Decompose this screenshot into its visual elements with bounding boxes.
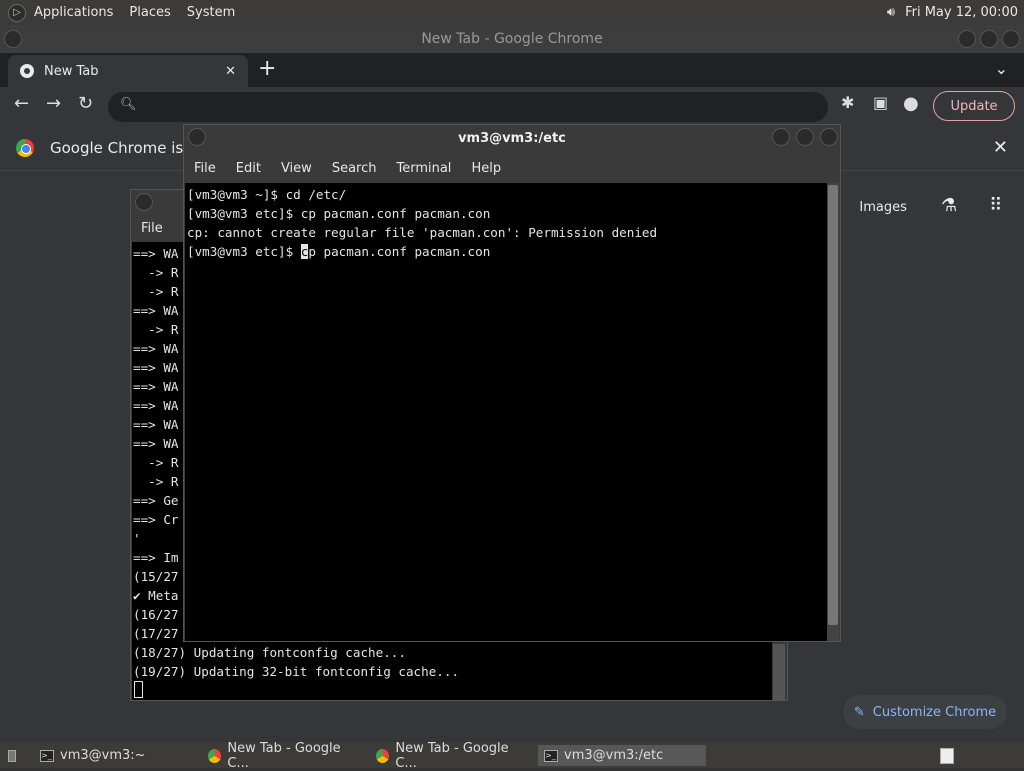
terminal-menubar: File Edit View Search Terminal Help: [184, 154, 840, 182]
scrollbar[interactable]: [827, 183, 839, 641]
taskbar-item[interactable]: >_ vm3@vm3:~: [34, 745, 198, 766]
menu-file[interactable]: File: [184, 161, 226, 176]
chrome-icon: [376, 748, 390, 763]
close-button[interactable]: [1002, 30, 1020, 48]
menu-applications[interactable]: Applications: [26, 5, 121, 20]
menu-file[interactable]: File: [141, 221, 163, 236]
chrome-toolbar: ← → ↻ 🔍︎ ✱ ▣ ● Update: [0, 87, 1024, 125]
scrollbar-thumb[interactable]: [828, 185, 838, 625]
terminal-line: [vm3@vm3 ~]$ cd /etc/: [187, 187, 347, 202]
profile-avatar-icon[interactable]: ●: [903, 93, 919, 114]
window-menu-button[interactable]: [135, 193, 153, 211]
update-button[interactable]: Update: [933, 91, 1015, 121]
clock[interactable]: Fri May 12, 00:00: [905, 5, 1018, 20]
taskbar-item[interactable]: New Tab - Google C...: [202, 741, 366, 771]
window-menu-button[interactable]: [188, 128, 206, 146]
customize-chrome-button[interactable]: ✎ Customize Chrome: [843, 695, 1007, 729]
workspace-switcher-icon[interactable]: [934, 745, 960, 766]
pencil-icon: ✎: [853, 704, 865, 720]
infobar-text: Google Chrome isn': [50, 138, 197, 157]
maximize-button[interactable]: [796, 128, 814, 146]
terminal-icon: >_: [544, 749, 558, 762]
volume-icon[interactable]: 🔊︎: [887, 5, 895, 20]
taskbar-item[interactable]: New Tab - Google C...: [370, 741, 534, 771]
back-arrow-icon[interactable]: ←: [14, 93, 29, 114]
apps-grid-icon[interactable]: ⠿: [989, 195, 1002, 216]
forward-arrow-icon[interactable]: →: [46, 93, 61, 114]
tab-search-chevron-icon[interactable]: ⌄: [995, 59, 1008, 78]
ntp-links: il Images ⚗ ⠿: [830, 195, 1002, 216]
terminal-window-front[interactable]: vm3@vm3:/etc File Edit View Search Termi…: [183, 124, 841, 642]
close-button[interactable]: [820, 128, 838, 146]
omnibox[interactable]: 🔍︎: [108, 92, 828, 122]
applications-icon[interactable]: ▷: [8, 3, 26, 22]
customize-label: Customize Chrome: [872, 704, 997, 720]
terminal-screen-front[interactable]: [vm3@vm3 ~]$ cd /etc/ [vm3@vm3 etc]$ cp p…: [185, 183, 827, 641]
chrome-icon: [208, 748, 222, 763]
new-tab-button[interactable]: +: [258, 56, 276, 81]
menu-view[interactable]: View: [271, 161, 322, 176]
tab-new-tab[interactable]: New Tab ✕: [8, 55, 248, 87]
menu-terminal[interactable]: Terminal: [386, 161, 461, 176]
terminal-line: (18/27) Updating fontconfig cache...: [133, 645, 406, 660]
terminal-icon: >_: [40, 749, 54, 762]
maximize-button[interactable]: [980, 30, 998, 48]
window-menu-button[interactable]: [4, 30, 22, 48]
terminal-input-line: [vm3@vm3 etc]$ cp pacman.conf pacman.con: [187, 242, 827, 261]
window-title: New Tab - Google Chrome: [421, 31, 603, 47]
chrome-tab-icon: [20, 64, 34, 78]
terminal-line: cp: cannot create regular file 'pacman.c…: [187, 225, 658, 240]
terminal-line: (19/27) Updating 32-bit fontconfig cache…: [133, 664, 460, 679]
infobar-close-icon[interactable]: ✕: [993, 137, 1008, 158]
search-icon: 🔍︎: [120, 97, 137, 112]
reload-icon[interactable]: ↻: [78, 93, 93, 114]
terminal-title: vm3@vm3:/etc: [458, 130, 566, 146]
tab-strip: New Tab ✕ + ⌄: [0, 53, 1024, 87]
top-panel: ▷ Applications Places System 🔊︎ Fri May …: [0, 0, 1024, 25]
menu-system[interactable]: System: [179, 5, 243, 20]
chrome-titlebar[interactable]: New Tab - Google Chrome: [0, 25, 1024, 53]
side-panel-icon[interactable]: ▣: [873, 93, 888, 112]
images-link[interactable]: Images: [859, 200, 907, 215]
taskbar-item-active[interactable]: >_ vm3@vm3:/etc: [538, 745, 706, 766]
menu-places[interactable]: Places: [121, 5, 178, 20]
menu-edit[interactable]: Edit: [226, 161, 271, 176]
menu-search[interactable]: Search: [322, 161, 387, 176]
terminal-titlebar[interactable]: vm3@vm3:/etc: [184, 125, 840, 151]
terminal-line: [vm3@vm3 etc]$ cp pacman.conf pacman.con: [187, 206, 491, 221]
menu-help[interactable]: Help: [461, 161, 511, 176]
scrollbar[interactable]: [773, 644, 785, 700]
current-input: p pacman.conf pacman.con: [308, 244, 491, 259]
chrome-logo-icon: [16, 138, 34, 157]
minimize-button[interactable]: [772, 128, 790, 146]
minimize-button[interactable]: [958, 30, 976, 48]
tab-title: New Tab: [44, 63, 99, 79]
show-desktop-icon[interactable]: [2, 745, 22, 766]
bottom-taskbar: >_ vm3@vm3:~ New Tab - Google C... New Ta…: [0, 741, 1024, 771]
prompt: [vm3@vm3 etc]$: [187, 244, 301, 259]
tab-close-icon[interactable]: ✕: [225, 64, 236, 79]
text-cursor: [134, 681, 143, 698]
extensions-icon[interactable]: ✱: [841, 93, 854, 112]
labs-flask-icon[interactable]: ⚗: [941, 195, 957, 216]
